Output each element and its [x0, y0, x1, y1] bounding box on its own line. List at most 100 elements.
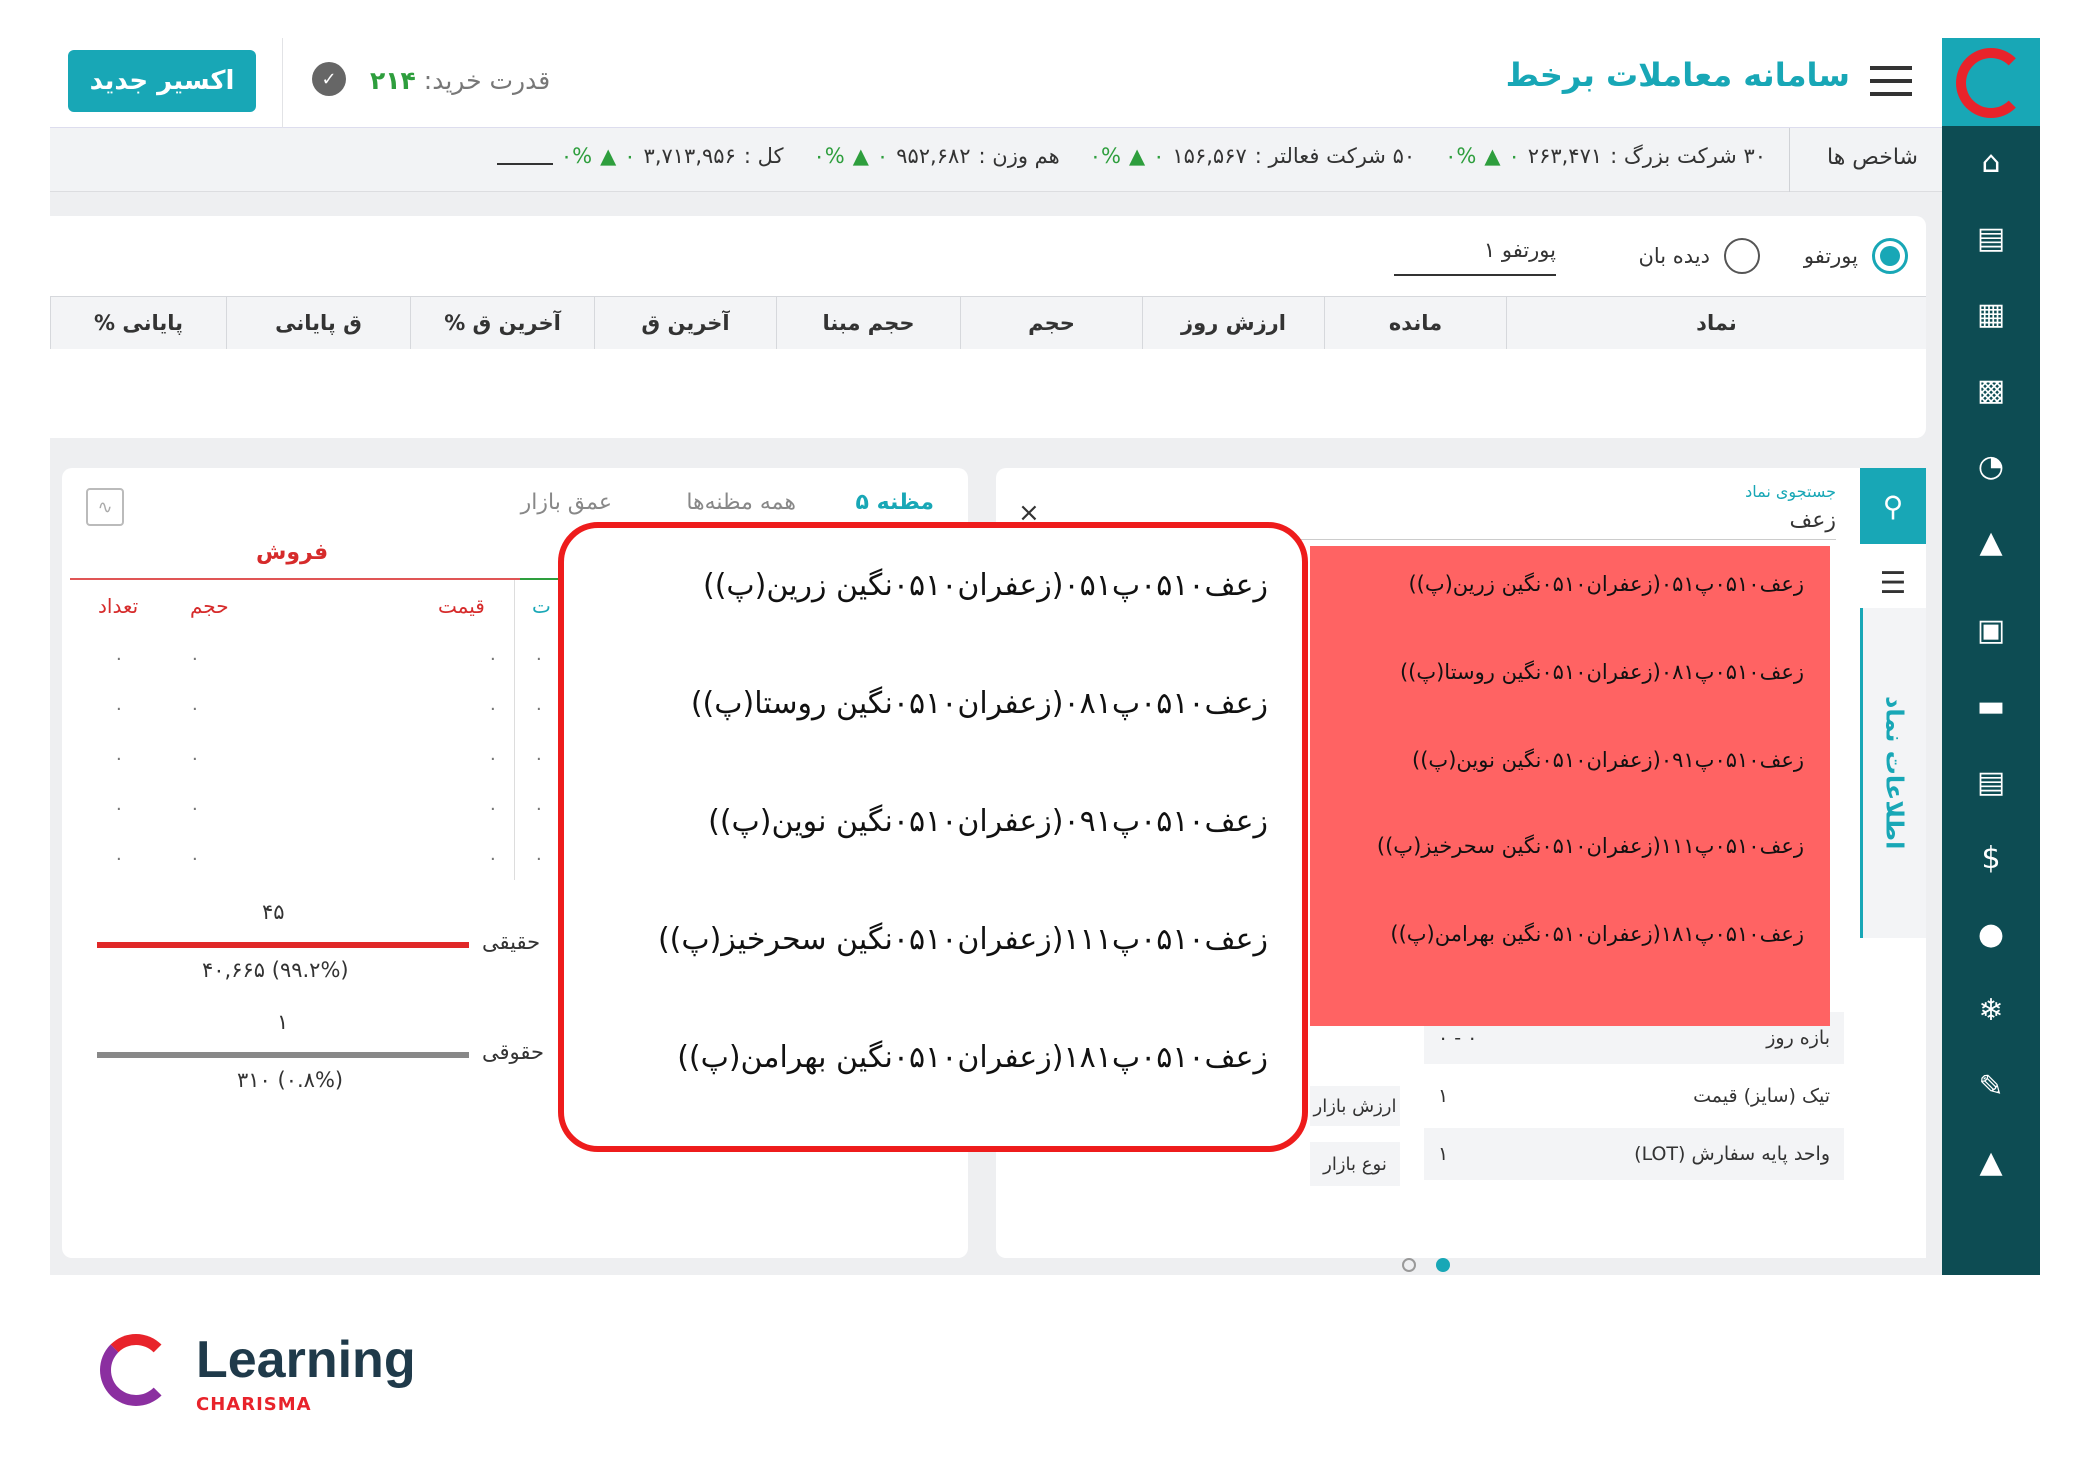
underline-mark	[496, 147, 553, 165]
briefcase-icon[interactable]: ▩	[1942, 360, 2040, 420]
depth-tab-5[interactable]: ۵ مظنه	[856, 490, 934, 515]
cell: ۰	[488, 648, 498, 669]
cell: ۰	[114, 648, 124, 669]
watchlist-select[interactable]: پورتفو ۱	[1394, 238, 1556, 276]
book-icon[interactable]: ▦	[1942, 284, 2040, 344]
real-bar	[97, 942, 469, 948]
index-change: ۰%	[560, 144, 593, 168]
chart-icon[interactable]: ∿	[86, 488, 124, 526]
search-input[interactable]: زعف	[1236, 508, 1836, 540]
col-buy-partial: ت	[532, 594, 551, 618]
side-tab-symbol-info[interactable]: اطلاعات نماد	[1860, 608, 1926, 938]
cell: ۰	[114, 848, 124, 869]
zoom-item: زعف۰۵۱۰پ۱۱۱(زعفران۰۵۱۰نگین سحرخیز(پ))	[657, 922, 1268, 957]
buying-power: قدرت خرید: ۲۱۴	[370, 60, 550, 100]
dollar-icon[interactable]: $	[1942, 828, 2040, 888]
index-delta: ۰	[1153, 144, 1165, 168]
dropdown-item[interactable]: زعف۰۵۱۰پ۱۱۱(زعفران۰۵۱۰نگین سحرخیز(پ))	[1377, 834, 1804, 858]
info-row: تیک (سایز) قیمت ۱	[1424, 1070, 1844, 1122]
index-delta: ۰	[1508, 144, 1520, 168]
pager-dot[interactable]	[1402, 1258, 1416, 1272]
up-arrow-icon: ▲	[852, 144, 869, 168]
search-label: جستجوی نماد	[1745, 482, 1836, 501]
up-arrow-icon: ▲	[1128, 144, 1146, 168]
dropdown-item[interactable]: زعف۰۵۱۰پ۰۸۱(زعفران۰۵۱۰نگین روستا(پ))	[1400, 660, 1804, 684]
depth-tab-market[interactable]: عمق بازار	[521, 490, 612, 515]
depth-tab-all[interactable]: همه مظنه‌ها	[686, 490, 796, 515]
divider	[1789, 128, 1790, 192]
brand-logo: Learning CHARISMA	[100, 1330, 460, 1420]
buy-divider	[520, 578, 560, 580]
pie-chart-icon[interactable]: ◔	[1942, 436, 2040, 496]
buying-power-value: ۲۱۴	[370, 65, 416, 95]
cell: ۰	[534, 648, 544, 669]
depth-rows: ۰ ۰ ۰ ۰ ۰ ۰ ۰ ۰ ۰ ۰ ۰ ۰ ۰ ۰ ۰ ۰ ۰ ۰ ۰ ۰	[62, 648, 622, 898]
radio-portfolio[interactable]: پورتفو	[1804, 238, 1908, 274]
pager-dot-active[interactable]	[1436, 1258, 1450, 1272]
buying-power-toggle-icon[interactable]: ✓	[312, 62, 346, 96]
real-top: ۴۵	[262, 900, 285, 924]
bell-icon[interactable]: ▲	[1942, 1132, 2040, 1192]
list-icon[interactable]: ▤	[1942, 208, 2040, 268]
dropdown-item[interactable]: زعف۰۵۱۰پ۱۸۱(زعفران۰۵۱۰نگین بهرامن(پ))	[1390, 922, 1804, 946]
depth-row: ۰ ۰ ۰ ۰	[62, 798, 622, 848]
radio-checked-icon	[1872, 238, 1908, 274]
edit-icon[interactable]: ✎	[1942, 1056, 2040, 1116]
menu-icon[interactable]	[1870, 64, 1912, 96]
buying-power-label: قدرت خرید:	[423, 65, 551, 95]
index-delta: ۰	[624, 144, 636, 168]
brand-name: Learning	[196, 1331, 416, 1389]
sell-divider	[70, 578, 520, 580]
col-close-price-pct[interactable]: % پایانی	[50, 297, 226, 349]
reader-icon[interactable]: ▲	[1942, 512, 2040, 572]
info-left-label: نوع بازار	[1310, 1142, 1400, 1186]
brand-sub: CHARISMA	[196, 1394, 312, 1415]
radio-watch[interactable]: دیده بان	[1638, 238, 1760, 274]
info-left-label: ارزش بازار	[1310, 1086, 1400, 1126]
dropdown-item[interactable]: زعف۰۵۱۰پ۰۵۱(زعفران۰۵۱۰نگین زرین(پ))	[1408, 572, 1804, 596]
cell: ۰	[534, 798, 544, 819]
col-volume[interactable]: حجم	[960, 297, 1142, 349]
cell: ۰	[488, 848, 498, 869]
radio-portfolio-label: پورتفو	[1803, 244, 1858, 268]
cell: ۰	[114, 798, 124, 819]
index-value: ۲۶۳,۴۷۱	[1527, 144, 1603, 168]
zoom-item: زعف۰۵۱۰پ۰۹۱(زعفران۰۵۱۰نگین نوین(پ))	[708, 804, 1268, 839]
col-day-value[interactable]: ارزش روز	[1142, 297, 1324, 349]
cell: ۰	[534, 748, 544, 769]
col-close-price[interactable]: ق پایانی	[226, 297, 410, 349]
cell: ۰	[488, 748, 498, 769]
col-symbol[interactable]: نماد	[1506, 297, 1926, 349]
radio-watch-label: دیده بان	[1638, 244, 1710, 268]
id-card-icon[interactable]: ▣	[1942, 600, 2040, 660]
snowflake-icon[interactable]: ❄	[1942, 980, 2040, 1040]
col-base-volume[interactable]: حجم مبنا	[776, 297, 960, 349]
zoom-item: زعف۰۵۱۰پ۰۸۱(زعفران۰۵۱۰نگین روستا(پ))	[690, 686, 1268, 721]
sell-title: فروش	[256, 540, 329, 565]
index-name: کل :	[743, 144, 784, 168]
col-last-price[interactable]: آخرین ق	[594, 297, 776, 349]
index-name: هم وزن :	[978, 144, 1060, 168]
col-count: تعداد	[98, 594, 139, 618]
home-icon[interactable]: ⌂	[1942, 132, 2040, 192]
add-user-icon[interactable]: ●	[1942, 904, 2040, 964]
app-logo[interactable]	[1942, 38, 2040, 126]
receipt-icon[interactable]: ▤	[1942, 752, 2040, 812]
col-remaining[interactable]: مانده	[1324, 297, 1506, 349]
index-bar: شاخص ها کل : ۳,۷۱۳,۹۵۶ ۰ ▲ ۰% هم وزن : ۹…	[50, 128, 1942, 192]
dropdown-item[interactable]: زعف۰۵۱۰پ۰۹۱(زعفران۰۵۱۰نگین نوین(پ))	[1412, 748, 1804, 772]
col-volume: حجم	[190, 594, 229, 618]
credit-card-icon[interactable]: ▬	[1942, 676, 2040, 736]
info-row: واحد پایه سفارش (LOT) ۱	[1424, 1128, 1844, 1180]
new-button[interactable]: اکسیر جدید	[68, 50, 256, 112]
cell: ۰	[534, 698, 544, 719]
search-button[interactable]: ⚲	[1860, 468, 1926, 544]
index-change: ۰%	[1089, 144, 1121, 168]
sidebar: ⌂ ▤ ▦ ▩ ◔ ▲ ▣ ▬ ▤ $ ● ❄ ✎ ▲	[1942, 38, 2040, 1275]
cell: ۰	[114, 698, 124, 719]
legal-bottom: ۳۱۰ (۰.۸%)	[237, 1068, 344, 1092]
col-last-price-pct[interactable]: % آخرین ق	[410, 297, 594, 349]
cell: ۰	[190, 798, 200, 819]
depth-row: ۰ ۰ ۰ ۰	[62, 848, 622, 898]
filter-icon[interactable]: ☰	[1868, 558, 1918, 608]
